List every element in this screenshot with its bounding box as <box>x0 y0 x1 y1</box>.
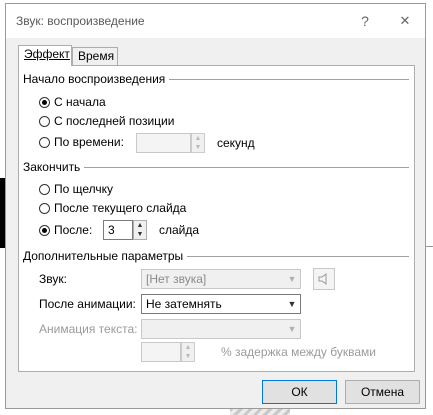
start-group-title: Начало воспроизведения <box>23 72 170 86</box>
text-animation-label: Анимация текста: <box>39 322 138 336</box>
sound-dropdown-value: [Нет звука] <box>146 272 207 286</box>
sound-dropdown[interactable]: [Нет звука] ▼ <box>141 269 301 289</box>
help-button[interactable]: ? <box>352 10 378 32</box>
radio-on-click-label: По щелчку <box>54 182 114 196</box>
start-time-spinner[interactable]: ▲ ▼ <box>191 133 205 153</box>
sound-volume-button[interactable] <box>313 268 335 290</box>
radio-from-last-position[interactable] <box>39 115 50 127</box>
radio-after-slides[interactable] <box>39 224 50 236</box>
text-animation-dropdown[interactable]: ▼ <box>141 319 301 339</box>
effect-options-dialog: Звук: воспроизведение ? ✕ Эффект Время Н… <box>5 3 426 409</box>
stop-on-click-option[interactable]: По щелчку <box>39 182 113 196</box>
letter-delay-input[interactable] <box>141 342 181 362</box>
slides-label: слайда <box>159 223 200 237</box>
sound-label: Звук: <box>39 272 67 286</box>
tab-effect-label: Эффект <box>24 47 70 61</box>
start-from-last-position-option[interactable]: С последней позиции <box>39 114 174 128</box>
title-bar: Звук: воспроизведение ? ✕ <box>6 4 425 38</box>
radio-from-beginning-label: С начала <box>54 95 106 109</box>
after-animation-dropdown-value: Не затемнять <box>146 297 222 311</box>
after-slides-spinner[interactable]: ▲ ▼ <box>133 220 147 240</box>
stop-after-slides-option[interactable]: После: <box>39 223 92 237</box>
speaker-icon <box>318 273 327 285</box>
effect-tab-panel: Начало воспроизведения С начала С послед… <box>18 65 415 372</box>
chevron-down-icon: ▼ <box>287 324 297 334</box>
radio-after-current-slide-label: После текущего слайда <box>54 201 187 215</box>
radio-at-time[interactable] <box>39 136 50 148</box>
tab-timing-label: Время <box>78 49 115 63</box>
ok-button[interactable]: ОК <box>262 380 337 404</box>
radio-from-last-position-label: С последней позиции <box>54 114 175 128</box>
dialog-title: Звук: воспроизведение <box>16 14 145 28</box>
after-animation-dropdown[interactable]: Не затемнять ▼ <box>141 294 301 314</box>
tab-effect[interactable]: Эффект <box>18 45 72 66</box>
cancel-button[interactable]: Отмена <box>345 380 420 404</box>
radio-on-click[interactable] <box>39 183 50 195</box>
stop-group-title: Закончить <box>23 160 85 174</box>
extra-group-title: Дополнительные параметры <box>23 249 188 263</box>
start-time-input[interactable] <box>136 133 191 153</box>
chevron-down-icon: ▼ <box>287 274 297 284</box>
chevron-down-icon: ▼ <box>287 299 297 309</box>
stop-after-current-slide-option[interactable]: После текущего слайда <box>39 201 186 215</box>
seconds-label: секунд <box>217 136 255 150</box>
start-from-beginning-option[interactable]: С начала <box>39 95 106 109</box>
radio-after-current-slide[interactable] <box>39 202 50 214</box>
radio-at-time-label: По времени: <box>54 135 124 149</box>
radio-from-beginning[interactable] <box>39 96 50 108</box>
close-button[interactable]: ✕ <box>392 10 418 32</box>
letter-delay-spinner[interactable]: ▲ ▼ <box>181 342 195 362</box>
after-animation-label: После анимации: <box>39 297 136 311</box>
after-slides-input[interactable]: 3 <box>103 220 133 240</box>
tab-timing[interactable]: Время <box>72 47 118 65</box>
letter-delay-label: % задержка между буквами <box>221 345 376 359</box>
radio-after-slides-label: После: <box>54 223 93 237</box>
start-at-time-option[interactable]: По времени: <box>39 135 124 149</box>
